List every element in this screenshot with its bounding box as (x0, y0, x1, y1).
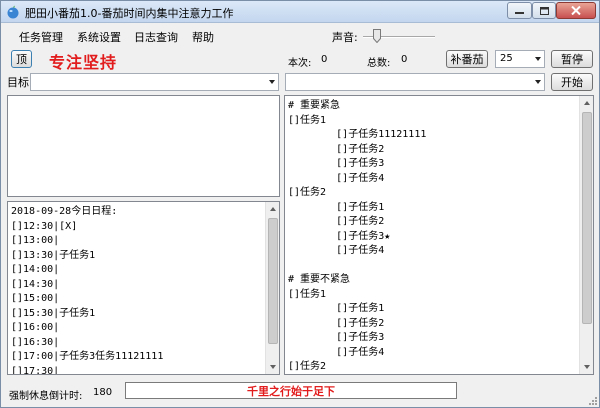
resize-grip-icon[interactable] (587, 395, 597, 405)
schedule-panel[interactable]: 2018-09-28今日日程: []12:30|[X] []13:00| []13:3… (7, 201, 280, 375)
chevron-down-icon (535, 57, 541, 61)
start-button[interactable]: 开始 (551, 73, 593, 91)
task-line: []子任务2 (288, 143, 385, 155)
arrow-up-icon (270, 207, 276, 211)
window-title: 肥田小番茄1.0-番茄时间内集中注意力工作 (25, 7, 234, 20)
task-line: []子任务11121111 (288, 129, 427, 140)
schedule-line: []14:30| (11, 278, 60, 290)
task-line: []任务1 (288, 288, 327, 300)
tasks-scrollbar[interactable] (579, 96, 593, 374)
scroll-up-button[interactable] (580, 96, 593, 110)
scroll-down-button[interactable] (266, 360, 279, 374)
schedule-line: []17:30| (11, 365, 60, 375)
task-line: []子任务4 (288, 346, 385, 358)
menu-task-management[interactable]: 任务管理 (19, 29, 63, 45)
rest-countdown-label: 强制休息倒计时: (9, 391, 83, 402)
tomato-minutes-value: 25 (500, 53, 513, 64)
chevron-down-icon (535, 80, 541, 84)
task-line: []子任务2 (288, 216, 385, 227)
tomato-app-icon (7, 5, 19, 19)
schedule-scrollbar[interactable] (265, 202, 279, 374)
close-button[interactable] (556, 2, 596, 19)
task-line: []任务1 (288, 114, 327, 126)
task-line: # 重要紧急 (288, 100, 341, 111)
current-count-label: 本次: (288, 58, 312, 69)
minimize-button[interactable] (507, 2, 532, 19)
motto-text: 千里之行始于足下 (125, 382, 457, 399)
scroll-up-button[interactable] (266, 202, 279, 216)
schedule-line: []16:30| (11, 336, 60, 348)
task-line: []子任务4 (288, 245, 385, 256)
always-on-top-button[interactable]: 顶 (11, 50, 32, 68)
task-line: []子任务1 (288, 303, 385, 314)
app-window: 肥田小番茄1.0-番茄时间内集中注意力工作 任务管理 系统设置 日志查询 帮助 … (0, 0, 600, 408)
task-select[interactable] (285, 73, 545, 91)
title-bar[interactable]: 肥田小番茄1.0-番茄时间内集中注意力工作 (1, 1, 599, 23)
close-icon (571, 6, 581, 15)
schedule-line: []16:00| (11, 322, 60, 333)
schedule-line: []15:30|子任务1 (11, 307, 96, 319)
target-label: 目标 (7, 76, 29, 89)
scroll-thumb[interactable] (582, 112, 592, 324)
schedule-line: 2018-09-28今日日程: (11, 206, 118, 217)
target-select[interactable] (30, 73, 279, 91)
current-count-value: 0 (321, 54, 328, 65)
task-tree-panel[interactable]: # 重要紧急 []任务1 []子任务11121111 []子任务2 []子任务3 … (284, 95, 594, 375)
arrow-up-icon (584, 101, 590, 105)
maximize-icon (539, 6, 549, 15)
arrow-down-icon (270, 365, 276, 369)
schedule-line: []14:00| (11, 264, 60, 275)
task-line: []子任务1 (288, 375, 426, 376)
total-count-label: 总数: (367, 58, 391, 69)
task-line: []子任务2 (288, 317, 385, 329)
schedule-list: 2018-09-28今日日程: []12:30|[X] []13:00| []13:3… (11, 205, 164, 375)
schedule-line: []13:00| (11, 235, 60, 246)
task-line: []子任务1 (288, 201, 385, 213)
task-line: []任务2 (288, 187, 327, 198)
task-line: []子任务3 (288, 158, 385, 169)
minimize-icon (515, 11, 524, 14)
total-count-value: 0 (401, 54, 408, 65)
menu-help[interactable]: 帮助 (192, 29, 214, 45)
pause-button[interactable]: 暂停 (551, 50, 593, 68)
menu-bar: 任务管理 系统设置 日志查询 帮助 声音: (1, 25, 599, 45)
sound-label: 声音: (332, 31, 358, 44)
task-line: []子任务3 (288, 332, 385, 343)
add-tomato-button[interactable]: 补番茄 (446, 50, 488, 68)
schedule-line: []15:00| (11, 293, 60, 304)
schedule-line: []17:00|子任务3任务11121111 (11, 351, 164, 362)
task-line: []子任务3★ (288, 230, 391, 242)
scroll-thumb[interactable] (268, 218, 278, 344)
schedule-line: []12:30|[X] (11, 220, 78, 232)
tomato-minutes-select[interactable]: 25 (495, 50, 545, 68)
task-list: # 重要紧急 []任务1 []子任务11121111 []子任务2 []子任务3 … (288, 99, 427, 376)
scroll-down-button[interactable] (580, 360, 593, 374)
rest-countdown-value: 180 (93, 387, 113, 398)
chevron-down-icon (269, 80, 275, 84)
arrow-down-icon (584, 365, 590, 369)
menu-log-query[interactable]: 日志查询 (134, 29, 178, 45)
task-line: []子任务4 (288, 172, 385, 184)
notes-textarea[interactable] (7, 95, 280, 197)
maximize-button[interactable] (532, 2, 556, 19)
task-line (288, 259, 426, 274)
schedule-line: []13:30|子任务1 (11, 249, 96, 261)
volume-slider-thumb[interactable] (373, 29, 382, 43)
task-line: []任务2 (288, 361, 327, 372)
menu-system-settings[interactable]: 系统设置 (77, 29, 121, 45)
task-line: # 重要不紧急 (288, 274, 351, 285)
focus-title: 专注坚持 (49, 53, 118, 72)
